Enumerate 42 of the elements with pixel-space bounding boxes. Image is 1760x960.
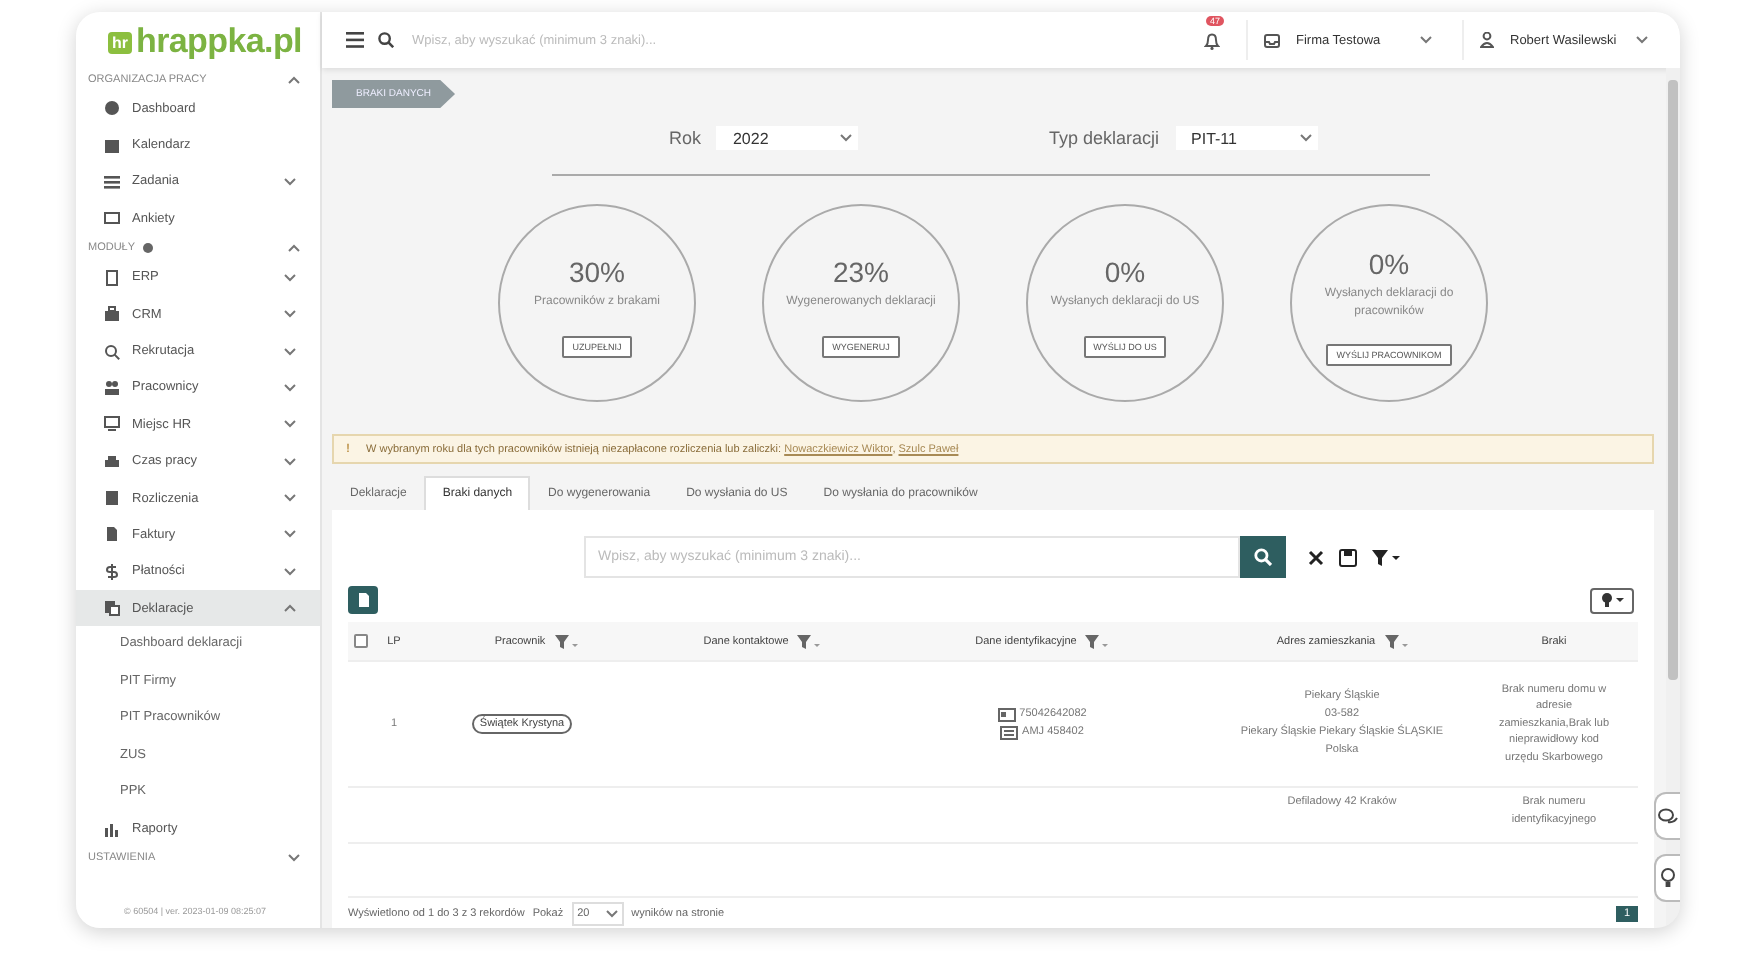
chevron-down-icon: [1420, 36, 1432, 44]
stat-percent: 0%: [1104, 256, 1146, 289]
chat-icon: [1658, 807, 1678, 825]
chevron-down-icon: [1636, 36, 1648, 44]
monitor-icon: [104, 416, 120, 433]
search-button[interactable]: [1240, 536, 1286, 578]
inbox-icon: [1264, 33, 1280, 47]
chart-icon: [104, 821, 120, 838]
select-all-checkbox[interactable]: [354, 634, 368, 648]
lightbulb-icon: [1600, 592, 1624, 608]
dollar-icon: [104, 563, 120, 580]
passport-icon: [1000, 725, 1019, 740]
logo-badge: hr: [108, 31, 132, 53]
stat-percent: 0%: [1368, 248, 1410, 281]
bell-icon[interactable]: [1204, 31, 1220, 49]
search-icon: [1254, 548, 1272, 566]
logo-text: hrappka.pl: [136, 22, 302, 62]
filter-label: Rok: [668, 128, 701, 148]
search-icon: [104, 343, 120, 360]
documents-icon: [104, 600, 120, 617]
chevron-down-icon: [840, 134, 853, 142]
lightbulb-icon: [1660, 868, 1676, 888]
hint-button[interactable]: [1654, 854, 1680, 902]
select-field[interactable]: PIT-11: [1175, 126, 1318, 150]
chevron-down-icon: [605, 909, 618, 917]
search-icon: [378, 32, 394, 48]
stat-percent: 30%: [568, 256, 626, 289]
stat-percent: 23%: [832, 256, 890, 289]
card-icon: [104, 210, 120, 227]
scrollbar-thumb[interactable]: [1668, 80, 1678, 680]
chevron-down-icon: [1299, 134, 1312, 142]
id-card-icon: [997, 708, 1016, 723]
chat-button[interactable]: [1654, 792, 1680, 840]
export-button[interactable]: [348, 586, 378, 614]
hint-button[interactable]: [1590, 587, 1634, 613]
filter-label: Typ deklaracji: [1048, 128, 1160, 148]
menu-icon[interactable]: [346, 32, 364, 48]
people-icon: [104, 379, 120, 396]
select-field[interactable]: 2022: [716, 126, 859, 150]
briefcase-icon: [104, 306, 120, 323]
list-icon: [104, 173, 120, 190]
person-icon: [1480, 32, 1494, 48]
